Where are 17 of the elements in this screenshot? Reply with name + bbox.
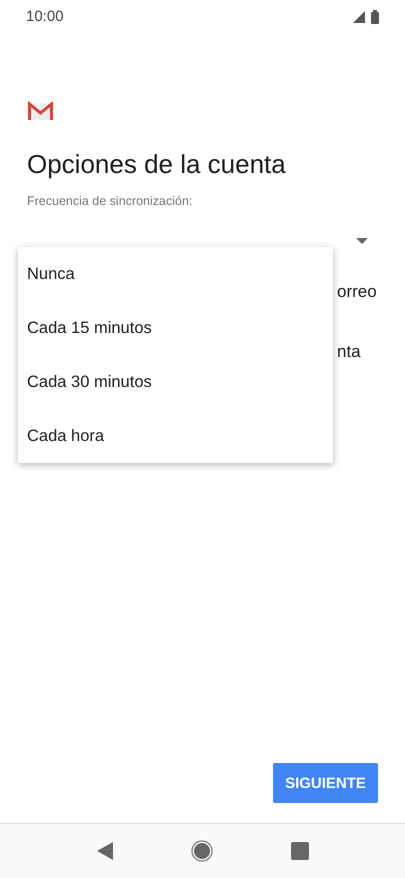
- home-icon[interactable]: [190, 840, 212, 862]
- mail-logo-icon: [27, 101, 54, 121]
- menu-item[interactable]: Cada 15 minutos: [18, 301, 333, 355]
- page-title: Opciones de la cuenta: [27, 149, 287, 180]
- menu-item[interactable]: Cada hora: [18, 409, 333, 463]
- field-label: Frecuencia de sincronización:: [27, 194, 194, 208]
- back-icon[interactable]: [96, 842, 112, 860]
- recents-icon[interactable]: [290, 842, 308, 860]
- dropdown-arrow-icon[interactable]: [356, 238, 368, 244]
- status-time: 10:00: [26, 8, 64, 25]
- next-button[interactable]: SIGUIENTE: [273, 763, 378, 803]
- menu-item[interactable]: Nunca: [18, 247, 333, 301]
- menu-item[interactable]: Cada 30 minutos: [18, 355, 333, 409]
- option-text: nta: [337, 342, 361, 361]
- option-text: orreo: [337, 282, 377, 301]
- battery-icon: [371, 10, 379, 24]
- signal-icon: [353, 10, 365, 22]
